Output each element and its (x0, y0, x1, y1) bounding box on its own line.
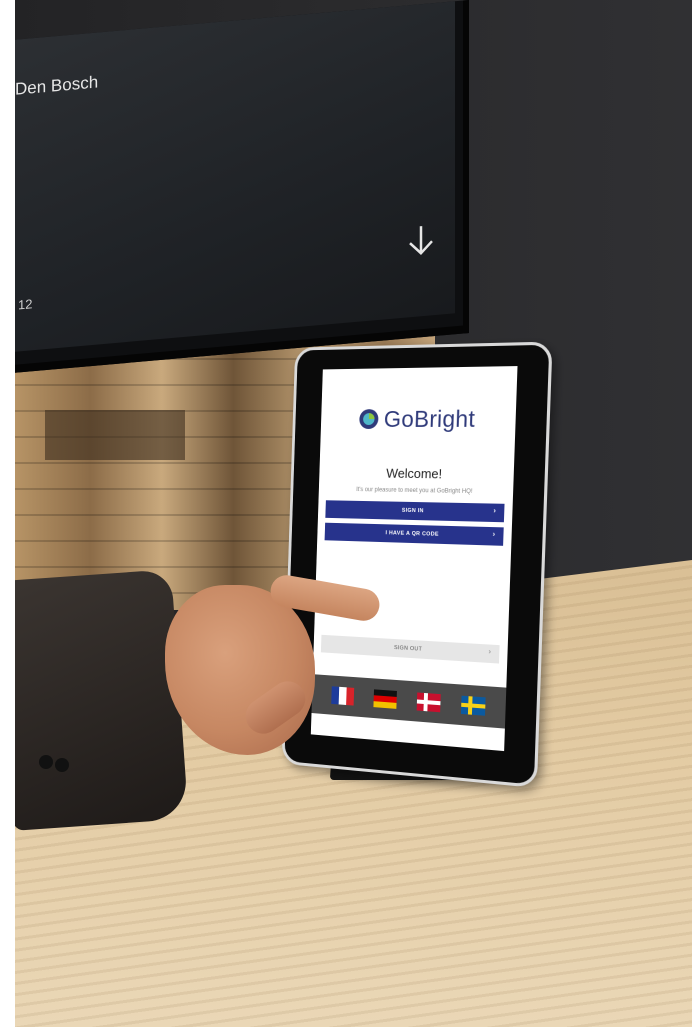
tv-screen: Den Bosch 12 (15, 1, 455, 351)
cuff-button (39, 755, 53, 769)
brand-logo: GoBright (321, 403, 517, 434)
chevron-right-icon: › (493, 531, 496, 538)
chevron-right-icon: › (488, 649, 491, 656)
gobright-logo-icon (358, 408, 380, 430)
cuff-button (55, 758, 69, 772)
qr-code-button[interactable]: I HAVE A QR CODE › (325, 523, 504, 546)
chevron-right-icon: › (493, 508, 496, 515)
sign-in-button[interactable]: SIGN IN › (325, 500, 504, 522)
suit-sleeve (15, 569, 189, 831)
brand-name: GoBright (384, 405, 476, 432)
wood-panel-shade (45, 410, 185, 460)
left-border (0, 0, 15, 1027)
photo-scene: Den Bosch 12 GoBright Welcome! It's our … (15, 0, 692, 1027)
flag-fr-icon[interactable] (331, 686, 354, 705)
flag-de-icon[interactable] (373, 689, 397, 709)
flag-dk-icon[interactable] (416, 692, 440, 712)
flag-se-icon[interactable] (460, 696, 485, 716)
sign-in-label: SIGN IN (402, 508, 424, 514)
welcome-heading: Welcome! (319, 465, 514, 482)
tv-location-title: Den Bosch (15, 72, 98, 99)
kiosk-screen: GoBright Welcome! It's our pleasure to m… (311, 366, 518, 751)
sign-out-button[interactable]: SIGN OUT › (321, 635, 500, 664)
kiosk-tablet: GoBright Welcome! It's our pleasure to m… (282, 342, 553, 789)
tv-number-label: 12 (18, 296, 32, 312)
qr-code-label: I HAVE A QR CODE (385, 530, 439, 538)
welcome-subtitle: It's our pleasure to meet you at GoBrigh… (319, 486, 513, 495)
arrow-down-icon (401, 218, 441, 261)
wall-tv: Den Bosch 12 (15, 0, 469, 373)
language-selector (312, 674, 507, 728)
sign-out-label: SIGN OUT (394, 645, 422, 653)
